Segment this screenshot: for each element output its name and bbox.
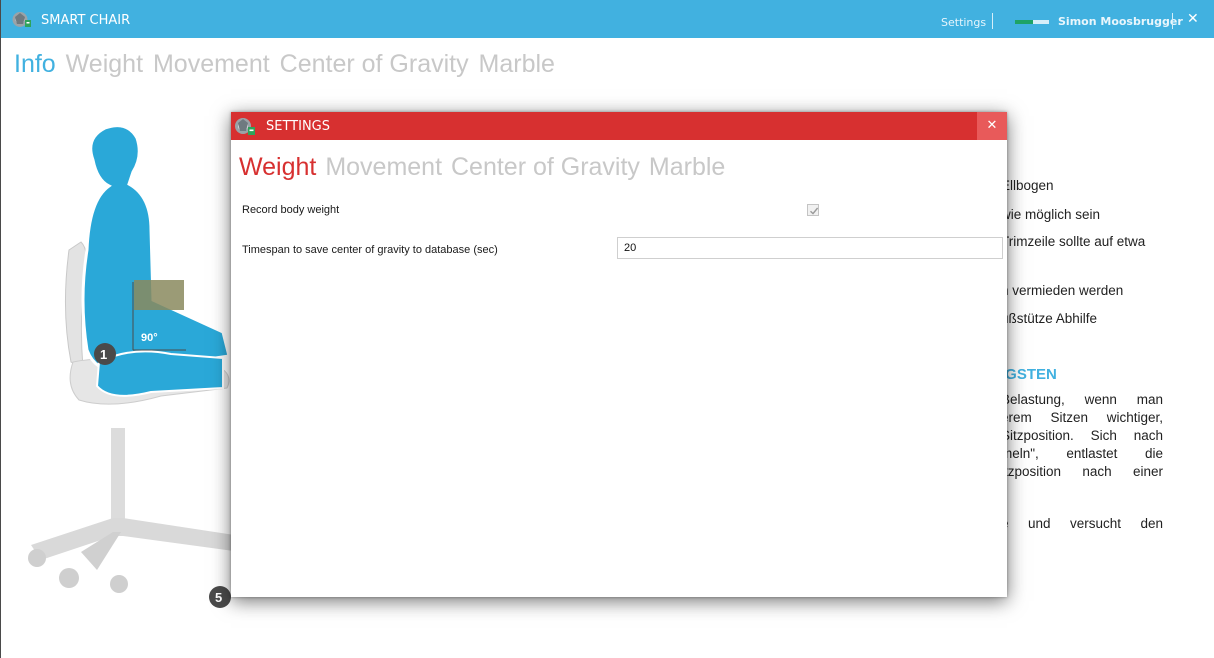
dialog-title: SETTINGS — [266, 119, 331, 134]
article-paragraph-line: erem Sitzen wichtiger, — [1001, 410, 1163, 425]
article-paragraph-line: meln", entlastet die — [1001, 446, 1163, 461]
article-line: n vermieden werden — [1001, 283, 1124, 298]
app-title: SMART CHAIR — [41, 13, 131, 28]
record-body-weight-label: Record body weight — [242, 204, 340, 216]
article-line: wie möglich sein — [1001, 207, 1101, 222]
settings-tab-center-of-gravity[interactable]: Center of Gravity — [451, 153, 640, 181]
settings-tab-movement[interactable]: Movement — [325, 153, 442, 181]
article-line: Ellbogen — [1001, 178, 1054, 193]
title-bar: SMART CHAIR Settings Simon Moosbrugger ✕ — [1, 0, 1214, 38]
record-body-weight-checkbox[interactable] — [807, 204, 819, 216]
main-tabs: Info Weight Movement Center of Gravity M… — [14, 50, 558, 78]
tab-info[interactable]: Info — [14, 50, 56, 78]
close-icon[interactable]: ✕ — [1187, 12, 1199, 26]
article-line: Trimzeile sollte auf etwa — [1001, 234, 1146, 249]
settings-link[interactable]: Settings — [941, 16, 986, 29]
marker-1: 1 — [100, 347, 107, 362]
title-separator — [1172, 13, 1173, 29]
checkmark-icon — [810, 207, 819, 215]
article-line: ußstütze Abhilfe — [1001, 311, 1098, 326]
marker-5: 5 — [215, 590, 222, 605]
timespan-input[interactable] — [617, 237, 1003, 259]
settings-tab-marble[interactable]: Marble — [649, 153, 725, 181]
sitting-posture-illustration: 90° 1 5 — [28, 124, 241, 608]
settings-dialog: SETTINGS ✕ Weight Movement Center of Gra… — [231, 112, 1007, 597]
user-name[interactable]: Simon Moosbrugger — [1058, 15, 1183, 28]
connection-status-indicator — [1015, 20, 1049, 24]
timespan-label: Timespan to save center of gravity to da… — [242, 244, 498, 256]
tab-movement[interactable]: Movement — [153, 50, 270, 78]
app-logo-icon — [12, 12, 31, 27]
settings-tabs: Weight Movement Center of Gravity Marble — [239, 152, 727, 182]
tab-weight[interactable]: Weight — [66, 50, 143, 78]
app-logo-icon — [235, 118, 255, 135]
dialog-title-bar[interactable]: SETTINGS ✕ — [231, 112, 1007, 140]
article-paragraph-line: Sitzposition. Sich nach — [1001, 428, 1163, 443]
settings-tab-weight[interactable]: Weight — [239, 153, 316, 181]
article-heading: IGSTEN — [1001, 366, 1057, 383]
article-paragraph-line: Belastung, wenn man — [1001, 392, 1163, 407]
tab-marble[interactable]: Marble — [479, 50, 555, 78]
title-separator — [992, 13, 993, 29]
article-paragraph-line: itzposition nach einer — [1001, 464, 1163, 479]
angle-label: 90° — [141, 332, 158, 344]
tab-center-of-gravity[interactable]: Center of Gravity — [280, 50, 469, 78]
app-window: SMART CHAIR Settings Simon Moosbrugger ✕… — [0, 0, 1214, 658]
article-paragraph-line: e und versucht den — [1001, 516, 1163, 531]
close-icon[interactable]: ✕ — [977, 112, 1007, 140]
